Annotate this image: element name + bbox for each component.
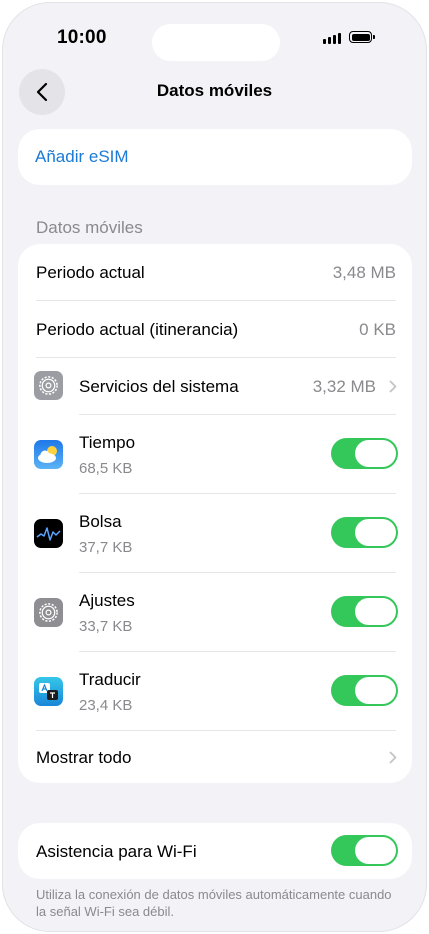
chevron-right-icon — [389, 751, 397, 764]
app-name: Ajustes — [79, 591, 135, 610]
app-name: Bolsa — [79, 512, 122, 531]
chevron-right-icon — [389, 380, 397, 393]
translate-icon — [34, 677, 63, 706]
roaming-period-value: 0 KB — [359, 320, 396, 339]
page-title: Datos móviles — [156, 81, 273, 100]
system-services-label: Servicios del sistema — [79, 377, 239, 396]
gear-icon — [34, 371, 63, 400]
battery-icon — [349, 31, 375, 43]
current-period-value: 3,48 MB — [332, 263, 396, 282]
stocks-icon — [34, 519, 63, 548]
cellular-signal-icon — [323, 33, 341, 44]
show-all-row[interactable]: Mostrar todo — [18, 731, 412, 783]
phone-screen: 10:00 Datos móviles Añadir eSIM Datos mó… — [2, 2, 427, 932]
app-data-usage: 37,7 KB — [79, 539, 133, 556]
ajustes-toggle[interactable] — [331, 596, 398, 627]
add-esim-card[interactable]: Añadir eSIM — [18, 129, 412, 185]
wifi-assist-card: Asistencia para Wi-Fi — [18, 823, 412, 879]
wifi-assist-footnote: Utiliza la conexión de datos móviles aut… — [36, 887, 392, 919]
app-row-ajustes: Ajustes 33,7 KB — [18, 573, 412, 651]
app-name: Traducir — [79, 670, 141, 689]
show-all-label: Mostrar todo — [36, 748, 132, 767]
row-system-services[interactable]: Servicios del sistema 3,32 MB — [18, 358, 412, 414]
cellular-data-list: Periodo actual 3,48 MB Periodo actual (i… — [18, 244, 412, 783]
app-name: Tiempo — [79, 433, 136, 452]
wifi-assist-label: Asistencia para Wi-Fi — [36, 842, 197, 861]
wifi-assist-toggle[interactable] — [331, 835, 398, 866]
settings-icon — [34, 598, 63, 627]
app-row-traducir: Traducir 23,4 KB — [18, 652, 412, 730]
row-roaming-period: Periodo actual (itinerancia) 0 KB — [18, 301, 412, 357]
app-data-usage: 33,7 KB — [79, 618, 133, 635]
traducir-toggle[interactable] — [331, 675, 398, 706]
app-data-usage: 23,4 KB — [79, 697, 133, 714]
app-data-usage: 68,5 KB — [79, 460, 133, 477]
dynamic-island — [152, 24, 280, 61]
app-row-bolsa: Bolsa 37,7 KB — [18, 494, 412, 572]
current-period-label: Periodo actual — [36, 263, 145, 282]
app-row-tiempo: Tiempo 68,5 KB — [18, 415, 412, 493]
add-esim-link[interactable]: Añadir eSIM — [35, 147, 129, 167]
system-services-value: 3,32 MB — [312, 377, 376, 396]
row-current-period: Periodo actual 3,48 MB — [18, 244, 412, 300]
tiempo-toggle[interactable] — [331, 438, 398, 469]
status-time: 10:00 — [57, 27, 107, 48]
bolsa-toggle[interactable] — [331, 517, 398, 548]
weather-icon — [34, 440, 63, 469]
section-header: Datos móviles — [36, 218, 143, 237]
roaming-period-label: Periodo actual (itinerancia) — [36, 320, 239, 339]
